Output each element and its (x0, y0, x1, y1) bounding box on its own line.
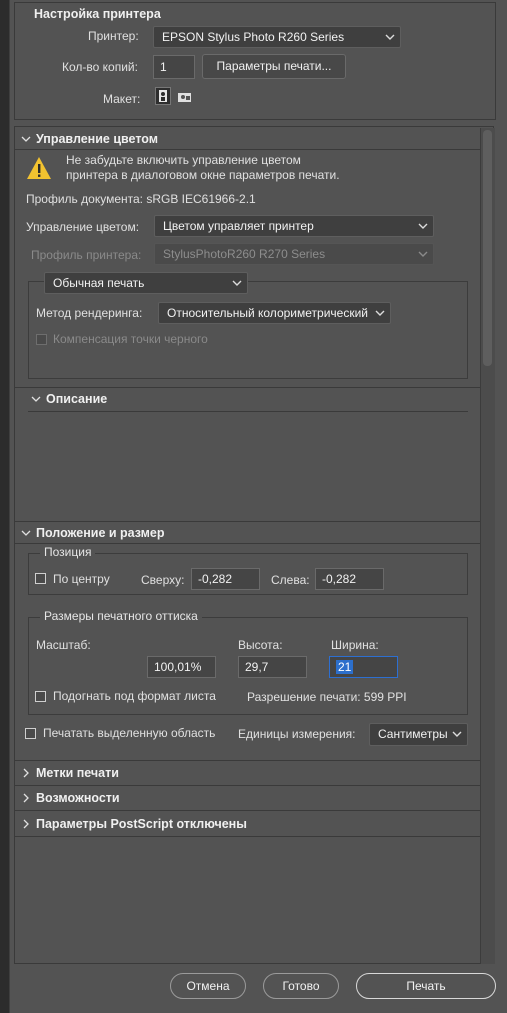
height-input[interactable]: 29,7 (238, 656, 307, 678)
scale-label: Масштаб: (36, 638, 91, 652)
chevron-right-icon[interactable] (20, 818, 32, 830)
warning-text-line1: Не забудьте включить управление цветом (66, 153, 301, 167)
left-edge-strip (0, 0, 9, 1013)
section-divider (15, 785, 480, 786)
width-input[interactable]: 21 (329, 656, 398, 678)
chevron-down-icon[interactable] (30, 393, 42, 405)
top-input[interactable]: -0,282 (191, 568, 260, 590)
width-label: Ширина: (331, 638, 379, 652)
top-label: Сверху: (141, 573, 185, 587)
chevron-down-icon (452, 731, 462, 737)
copies-input[interactable]: 1 (153, 55, 195, 79)
chevron-down-icon (232, 280, 242, 286)
chevron-right-icon[interactable] (20, 792, 32, 804)
section-divider (15, 810, 480, 811)
black-point-label: Компенсация точки черного (53, 332, 208, 346)
rendering-intent-dropdown[interactable]: Относительный колориметрический (158, 302, 391, 324)
print-settings-button[interactable]: Параметры печати... (202, 54, 346, 79)
printer-value: EPSON Stylus Photo R260 Series (162, 30, 345, 44)
printer-dropdown[interactable]: EPSON Stylus Photo R260 Series (153, 26, 401, 48)
left-input[interactable]: -0,282 (315, 568, 384, 590)
scale-input[interactable]: 100,01% (147, 656, 216, 678)
print-selected-area-checkbox[interactable] (25, 728, 36, 739)
layout-label: Макет: (103, 92, 141, 106)
document-profile: Профиль документа: sRGB IEC61966-2.1 (26, 192, 256, 206)
printer-profile-dropdown[interactable]: StylusPhotoR260 R270 Series (154, 243, 434, 265)
chevron-down-icon (418, 223, 428, 229)
chevron-down-icon (385, 34, 395, 40)
print-mode-dropdown[interactable]: Обычная печать (44, 272, 248, 294)
fit-to-media-label: Подогнать под формат листа (53, 689, 216, 703)
center-checkbox[interactable] (35, 573, 46, 584)
print-resolution: Разрешение печати: 599 PPI (247, 690, 407, 704)
chevron-down-icon[interactable] (20, 133, 32, 145)
height-label: Высота: (238, 638, 283, 652)
rendering-label: Метод рендеринга: (36, 306, 143, 320)
position-legend: Позиция (40, 545, 96, 559)
color-management-title[interactable]: Управление цветом (36, 132, 158, 146)
printer-profile-label: Профиль принтера: (31, 248, 142, 262)
section-divider (28, 411, 468, 412)
chevron-down-icon (375, 310, 385, 316)
chevron-right-icon[interactable] (20, 767, 32, 779)
portrait-layout-icon[interactable] (155, 87, 171, 105)
width-value-selected: 21 (336, 660, 354, 674)
units-value: Сантиметры (378, 727, 448, 741)
section-divider (15, 149, 480, 150)
warning-text-line2: принтера в диалоговом окне параметров пе… (66, 168, 340, 182)
description-title[interactable]: Описание (46, 392, 107, 406)
done-button[interactable]: Готово (263, 973, 339, 999)
print-button[interactable]: Печать (356, 973, 496, 999)
postscript-section[interactable]: Параметры PostScript отключены (36, 817, 247, 831)
printer-setup-title: Настройка принтера (34, 7, 161, 21)
copies-label: Кол-во копий: (62, 60, 138, 74)
section-divider (15, 521, 480, 522)
fit-to-media-checkbox[interactable] (35, 691, 46, 702)
left-label: Слева: (271, 573, 310, 587)
left-edge-divider (9, 0, 10, 1013)
cancel-button[interactable]: Отмена (170, 973, 246, 999)
units-dropdown[interactable]: Сантиметры (369, 723, 468, 746)
chevron-down-icon[interactable] (20, 527, 32, 539)
black-point-checkbox[interactable] (36, 334, 47, 345)
color-management-dropdown[interactable]: Цветом управляет принтер (154, 215, 434, 237)
color-management-label: Управление цветом: (26, 220, 140, 234)
center-label: По центру (53, 572, 110, 586)
section-divider (15, 543, 480, 544)
chevron-down-icon (418, 251, 428, 257)
color-management-value: Цветом управляет принтер (163, 219, 314, 233)
printer-label: Принтер: (88, 29, 139, 43)
scrollbar-thumb[interactable] (483, 130, 492, 366)
rendering-intent-value: Относительный колориметрический (167, 306, 368, 320)
features-section[interactable]: Возможности (36, 791, 120, 805)
section-divider (15, 387, 480, 388)
section-divider (15, 836, 480, 837)
warning-triangle-icon (27, 157, 51, 179)
print-marks-section[interactable]: Метки печати (36, 766, 119, 780)
position-size-title[interactable]: Положение и размер (36, 526, 165, 540)
section-divider (15, 760, 480, 761)
print-mode-group (28, 281, 468, 379)
print-mode-value: Обычная печать (53, 276, 145, 290)
printer-profile-value: StylusPhotoR260 R270 Series (163, 247, 326, 261)
landscape-layout-icon[interactable] (177, 89, 193, 105)
print-selected-area-label: Печатать выделенную область (43, 726, 216, 740)
units-label: Единицы измерения: (238, 727, 356, 741)
print-size-legend: Размеры печатного оттиска (40, 609, 202, 623)
